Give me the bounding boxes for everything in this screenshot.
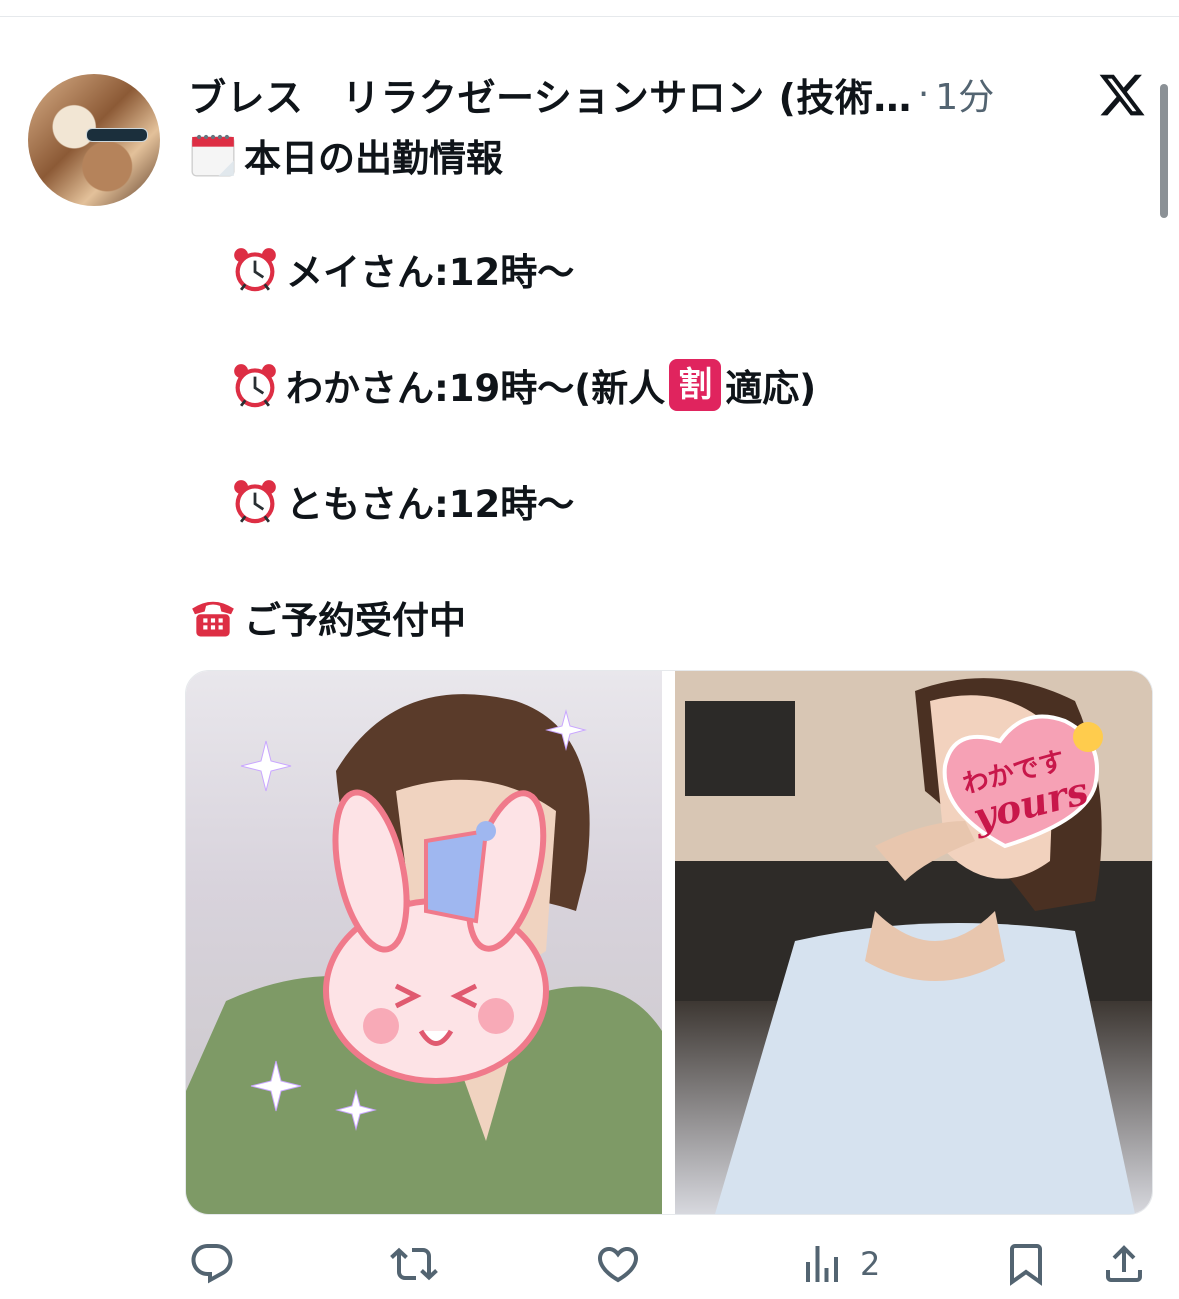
reply-button[interactable]	[188, 1240, 250, 1288]
views-count: 2	[860, 1245, 881, 1283]
like-button[interactable]	[594, 1240, 656, 1288]
share-button[interactable]	[1100, 1240, 1148, 1288]
bookmark-button[interactable]	[1002, 1240, 1050, 1288]
photo-right-illustration: わかです yours	[675, 671, 1152, 1214]
tweet-line-text-after: 適応)	[725, 367, 817, 410]
photo-left-illustration	[186, 694, 662, 1214]
avatar-logo-badge	[86, 128, 148, 142]
separator-dot: ·	[917, 73, 930, 115]
telephone-icon	[192, 601, 234, 637]
discount-badge: 割	[669, 359, 722, 411]
heart-icon	[597, 1247, 639, 1283]
tweet-line-text: メイさん:12時〜	[286, 251, 575, 294]
views-button[interactable]: 2	[798, 1240, 880, 1288]
profile-avatar[interactable]	[28, 74, 160, 206]
alarm-clock-icon	[234, 364, 276, 408]
views-chart-icon	[806, 1246, 838, 1282]
repost-button[interactable]	[390, 1240, 452, 1288]
bookmark-icon	[1010, 1244, 1042, 1286]
reply-icon	[191, 1244, 233, 1284]
scrollbar[interactable]	[1160, 84, 1168, 218]
tweet-line-mei: メイさん:12時〜	[230, 242, 574, 296]
photo-right[interactable]: わかです yours	[675, 671, 1152, 1214]
tweet-line-text: 本日の出勤情報	[244, 137, 503, 180]
tweet-line-tomo: ともさん:12時〜	[230, 474, 574, 528]
tweet-line-waka: わかさん:19時〜(新人 割 適応)	[230, 358, 816, 412]
tweet-line-attendance-title: 本日の出勤情報	[188, 128, 503, 182]
calendar-icon	[191, 134, 235, 177]
tweet-line-text: わかさん:19時〜(新人	[286, 367, 666, 410]
share-icon	[1106, 1245, 1142, 1282]
tweet-line-text: ともさん:12時〜	[286, 483, 575, 526]
media-grid[interactable]: わかです yours	[185, 670, 1153, 1215]
top-divider	[0, 16, 1179, 17]
alarm-clock-icon	[234, 248, 276, 292]
timestamp[interactable]: 1分	[935, 68, 994, 120]
tweet-header: ブレス リラクゼーションサロン (技術… · 1分	[188, 68, 1078, 120]
tweet-line-reservation: ご予約受付中	[188, 590, 466, 644]
action-bar: 2	[0, 1240, 1179, 1292]
photo-left[interactable]	[186, 671, 662, 1214]
repost-icon	[390, 1247, 438, 1281]
x-logo-icon[interactable]	[1096, 70, 1148, 120]
tweet-line-text: ご予約受付中	[244, 599, 466, 642]
alarm-clock-icon	[234, 480, 276, 524]
display-name[interactable]: ブレス リラクゼーションサロン (技術…	[188, 67, 912, 122]
